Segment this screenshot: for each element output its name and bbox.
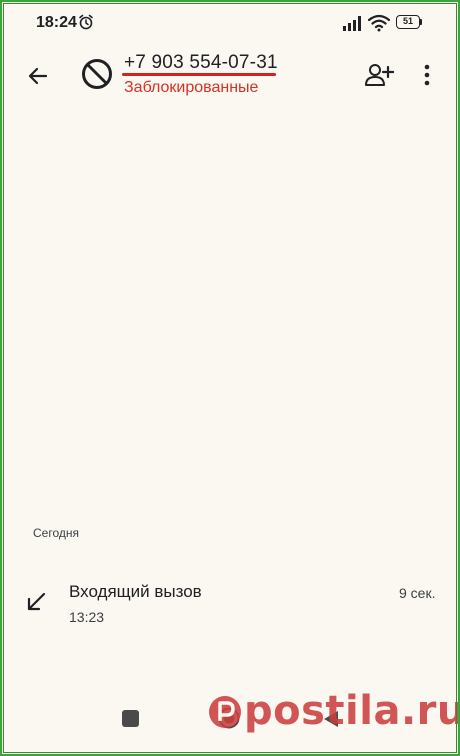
- recents-square-icon[interactable]: [122, 710, 139, 727]
- wifi-icon: [368, 14, 390, 32]
- watermark-logo-icon: [209, 696, 241, 728]
- alarm-clock-icon: [79, 14, 93, 30]
- add-contact-button[interactable]: [362, 58, 396, 92]
- call-time: 13:23: [69, 609, 105, 625]
- cellular-signal-icon: [343, 16, 361, 31]
- more-vert-icon: [424, 64, 430, 86]
- contact-phone-number: +7 903 554-07-31: [124, 52, 278, 73]
- call-duration: 9 сек.: [399, 585, 436, 601]
- image-frame-border: [0, 0, 460, 756]
- call-type-label: Входящий вызов: [69, 582, 202, 601]
- status-bar: 18:24 51: [0, 0, 460, 44]
- incoming-call-arrow-icon: [27, 592, 46, 611]
- arrow-back-icon: [28, 67, 48, 85]
- more-options-button[interactable]: [414, 58, 440, 92]
- history-section-title: Сегодня: [33, 526, 79, 540]
- blocked-icon: [82, 59, 112, 89]
- battery-tip: [420, 19, 422, 25]
- battery-indicator: 51: [396, 15, 420, 29]
- blocked-status-label: Заблокированные: [124, 79, 259, 96]
- battery-level: 51: [402, 16, 413, 26]
- red-underline-annotation: [122, 73, 276, 76]
- back-button[interactable]: [22, 60, 54, 92]
- person-add-icon: [365, 64, 394, 86]
- status-time: 18:24: [36, 14, 77, 31]
- app-bar: +7 903 554-07-31 Заблокированные: [0, 44, 460, 108]
- watermark-text: postila.ru: [244, 688, 460, 734]
- call-history-item[interactable]: Входящий вызов 13:23 9 сек.: [0, 570, 460, 634]
